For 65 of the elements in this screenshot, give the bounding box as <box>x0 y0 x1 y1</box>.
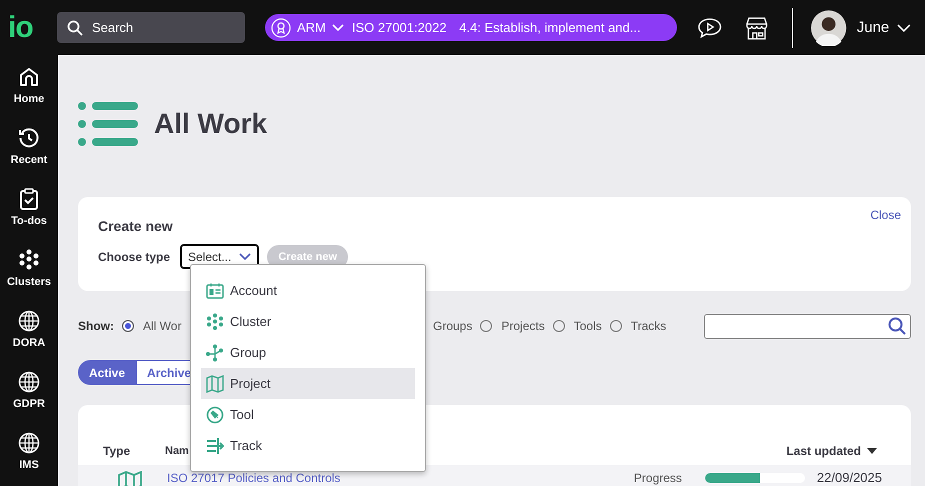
table-cell: 22/09/2025 <box>816 471 882 485</box>
menu-option[interactable]: Group <box>201 337 415 368</box>
globe-icon <box>18 432 40 454</box>
store-icon[interactable] <box>744 14 770 40</box>
radio-button[interactable] <box>552 320 565 332</box>
map-icon <box>118 471 142 486</box>
search-field[interactable]: Search <box>56 12 245 43</box>
nav-item[interactable]: GDPR <box>13 371 45 419</box>
nav-item[interactable]: DORA <box>12 310 46 358</box>
dots-icon <box>18 249 40 271</box>
radio-button[interactable] <box>610 320 622 332</box>
panel-title: Create new <box>98 218 174 234</box>
user-name[interactable]: June <box>856 19 890 36</box>
menu-option[interactable]: Cluster <box>201 306 415 337</box>
clipboard-icon <box>18 188 40 210</box>
radio-option[interactable]: All Wor <box>122 319 195 333</box>
tab[interactable]: Active <box>78 360 136 385</box>
org-name: ARM <box>296 20 326 35</box>
nav-item[interactable]: IMS <box>18 432 40 480</box>
radio-button[interactable] <box>122 320 134 332</box>
avatar[interactable] <box>811 10 847 46</box>
globe-icon <box>18 310 40 332</box>
menu-option[interactable]: Tool <box>201 399 415 430</box>
progress-label: Progress <box>634 471 682 485</box>
chevron-down-icon <box>239 252 252 260</box>
page-title: All Work <box>154 108 268 140</box>
award-icon <box>270 18 291 38</box>
globe-icon <box>18 371 40 393</box>
clause-name: 4.4: Establish, implement and... <box>459 20 641 35</box>
search-icon <box>66 20 83 36</box>
nav-item[interactable]: To-dos <box>11 188 47 236</box>
home-icon <box>18 66 40 88</box>
filter-label: Show: <box>78 319 114 333</box>
filter-search-field[interactable] <box>704 314 911 338</box>
chat-play-icon[interactable] <box>696 16 722 38</box>
history-icon <box>18 127 40 149</box>
search-icon <box>888 316 906 334</box>
map-icon <box>206 374 224 392</box>
track-icon <box>206 436 224 454</box>
radio-option[interactable]: Projects <box>480 319 545 333</box>
chevron-down-icon <box>332 24 344 32</box>
nav-item[interactable]: Recent <box>10 127 48 175</box>
nav-item[interactable]: Home <box>14 66 44 114</box>
sort-down-icon[interactable] <box>867 448 877 454</box>
chevron-down-icon[interactable] <box>897 24 911 32</box>
id-card-icon <box>206 282 224 300</box>
context-selector[interactable]: ARM ISO 27001:2022 4.4: Establish, implement and... <box>264 14 677 41</box>
nodes-icon <box>206 344 224 362</box>
logo[interactable]: io <box>8 12 57 42</box>
column-header[interactable]: Last updated <box>786 444 861 458</box>
standard-name: ISO 27001:2022 <box>352 20 447 35</box>
item-name-link[interactable]: ISO 27017 Policies and Controls <box>167 471 340 485</box>
menu-option[interactable]: Account <box>201 275 415 306</box>
menu-option[interactable]: Track <box>201 430 415 461</box>
list-icon <box>78 102 138 146</box>
column-header[interactable]: Type <box>78 444 167 458</box>
radio-label[interactable]: Groups <box>433 319 472 333</box>
radio-option[interactable]: Tracks <box>610 319 666 333</box>
radio-option[interactable]: Tools <box>552 319 602 333</box>
field-label: Choose type <box>98 250 172 264</box>
nav-item[interactable]: Clusters <box>6 249 52 297</box>
dots-icon <box>206 312 224 330</box>
menu-option[interactable]: Project <box>201 368 415 399</box>
close-link[interactable]: Close <box>870 208 901 222</box>
radio-button[interactable] <box>480 320 492 332</box>
